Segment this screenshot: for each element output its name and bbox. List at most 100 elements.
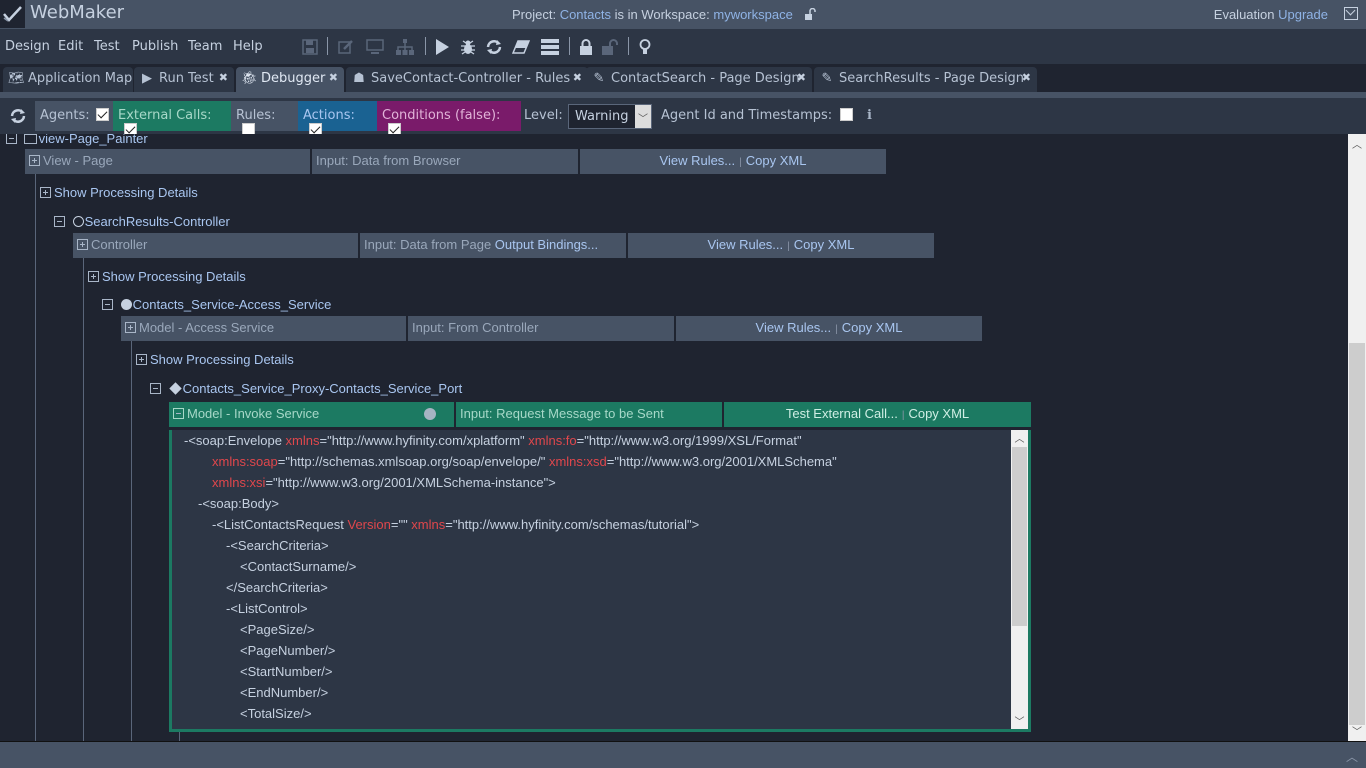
level-select[interactable]: Warning ﹀ xyxy=(568,104,652,129)
menu-design[interactable]: Design xyxy=(5,39,50,54)
menu-test[interactable]: Test xyxy=(94,39,120,54)
close-icon[interactable]: ✖ xyxy=(329,71,338,84)
workspace-link[interactable]: myworkspace xyxy=(713,7,792,22)
close-icon[interactable]: ✖ xyxy=(797,71,806,84)
collapse-icon[interactable] xyxy=(102,299,113,310)
info-icon[interactable]: i xyxy=(862,101,876,131)
xml-attribute-name: xmlns:xsi xyxy=(212,475,266,490)
unlock-icon[interactable] xyxy=(600,37,620,57)
show-processing-details[interactable]: Show Processing Details xyxy=(88,269,246,284)
collapse-icon[interactable] xyxy=(6,134,17,144)
agents-checkbox[interactable] xyxy=(95,108,109,121)
output-bindings-link[interactable]: Output Bindings... xyxy=(495,237,598,252)
xml-scroll-thumb[interactable] xyxy=(1012,447,1027,626)
tree-line xyxy=(131,329,132,741)
view-rules-link[interactable]: View Rules... xyxy=(708,237,784,252)
chevron-down-icon[interactable]: ﹀ xyxy=(635,105,651,128)
main-scrollbar[interactable]: ︿ ﹀ xyxy=(1348,134,1366,741)
agent-id-label: Agent Id and Timestamps: xyxy=(661,108,833,123)
toolbar-separator xyxy=(628,37,629,55)
show-processing-details[interactable]: Show Processing Details xyxy=(40,185,198,200)
filter-external-calls-label: External Calls: xyxy=(118,108,212,123)
monitor-icon[interactable] xyxy=(365,37,385,57)
lightbulb-icon[interactable] xyxy=(635,37,655,57)
close-icon[interactable]: ✖ xyxy=(219,71,228,84)
tree-node-searchresults-controller[interactable]: SearchResults-Controller xyxy=(54,214,230,229)
show-processing-details[interactable]: Show Processing Details xyxy=(136,352,294,367)
tab-savecontact-controller-rules[interactable]: ☗ SaveContact-Controller - Rules ✖ xyxy=(346,67,588,92)
xml-text: -<ListControl> xyxy=(226,601,308,616)
chevron-up-icon[interactable]: ︿ xyxy=(1348,136,1366,152)
invoke-service-header[interactable]: Model - Invoke Service xyxy=(169,402,454,427)
server-icon[interactable] xyxy=(540,37,560,57)
filter-rules-label: Rules: xyxy=(236,108,276,123)
refresh-icon[interactable] xyxy=(8,106,28,126)
filter-conditions-label: Conditions (false): xyxy=(382,108,501,123)
tab-application-map[interactable]: 🗺︎ Application Map xyxy=(3,67,133,92)
cell-input-label: Input: From Controller xyxy=(412,320,539,335)
tab-debugger[interactable]: 🐞︎ Debugger ✖ xyxy=(236,67,344,92)
xml-line: -<soap:Envelope xmlns="http://www.hyfini… xyxy=(184,433,802,448)
main-scroll-thumb[interactable] xyxy=(1349,343,1365,725)
copy-xml-link[interactable]: Copy XML xyxy=(794,237,855,252)
tree-node-view-page-painter[interactable]: view-Page_Painter xyxy=(6,134,148,146)
xml-line: -<ListContactsRequest Version="" xmlns="… xyxy=(212,517,699,532)
tab-contactsearch-page-design[interactable]: ✎ ContactSearch - Page Design ✖ xyxy=(586,67,812,92)
collapse-icon[interactable] xyxy=(150,383,161,394)
chevron-up-icon[interactable]: ︿ xyxy=(1346,748,1358,765)
xml-line: -<ListControl> xyxy=(226,601,308,616)
controller-header[interactable]: Controller xyxy=(73,233,358,258)
unlock-icon[interactable] xyxy=(804,8,817,20)
menu-help[interactable]: Help xyxy=(233,39,263,54)
bug-icon[interactable] xyxy=(458,37,478,57)
node-label: view-Page_Painter xyxy=(38,134,148,146)
lock-icon[interactable] xyxy=(576,37,596,57)
expand-icon[interactable] xyxy=(77,239,88,250)
test-external-call-link[interactable]: Test External Call... xyxy=(786,406,898,421)
filter-agents-label: Agents: xyxy=(40,108,90,123)
access-service-header[interactable]: Model - Access Service xyxy=(121,316,406,341)
tab-run-test[interactable]: ▶ Run Test ✖ xyxy=(134,67,234,92)
copy-xml-link[interactable]: Copy XML xyxy=(746,153,807,168)
upgrade-link[interactable]: Upgrade xyxy=(1278,7,1328,22)
circle-icon xyxy=(72,216,84,227)
tab-searchresults-page-design[interactable]: ✎ SearchResults - Page Design ✖ xyxy=(814,67,1037,92)
chevron-down-icon[interactable]: ﹀ xyxy=(1348,723,1366,739)
menu-edit[interactable]: Edit xyxy=(58,39,83,54)
mail-icon[interactable] xyxy=(1344,7,1358,20)
view-page-actions: View Rules... | Copy XML xyxy=(580,149,886,174)
view-rules-link[interactable]: View Rules... xyxy=(660,153,736,168)
view-page-header[interactable]: View - Page xyxy=(25,149,310,174)
expand-icon[interactable] xyxy=(88,271,99,282)
chevron-down-icon[interactable]: ﹀ xyxy=(1011,713,1028,729)
collapse-icon[interactable] xyxy=(54,216,65,227)
refresh-icon[interactable] xyxy=(484,37,504,57)
cell-title: Controller xyxy=(91,237,148,252)
project-link[interactable]: Contacts xyxy=(560,7,611,22)
sitemap-icon[interactable] xyxy=(395,37,415,57)
edit-icon[interactable] xyxy=(336,37,356,57)
xml-text: ="http://www.w3.org/2001/XMLSchema-insta… xyxy=(265,475,556,490)
eraser-icon[interactable] xyxy=(511,37,531,57)
save-icon[interactable] xyxy=(300,37,320,57)
tree-node-proxy-service-port[interactable]: Contacts_Service_Proxy-Contacts_Service_… xyxy=(150,381,462,396)
collapse-icon[interactable] xyxy=(173,408,184,419)
menu-team[interactable]: Team xyxy=(188,39,222,54)
play-icon[interactable] xyxy=(432,37,452,57)
copy-xml-link[interactable]: Copy XML xyxy=(908,406,969,421)
expand-icon[interactable] xyxy=(136,354,147,365)
close-icon[interactable]: ✖ xyxy=(1022,71,1031,84)
close-icon[interactable]: ✖ xyxy=(573,71,582,84)
view-rules-link[interactable]: View Rules... xyxy=(756,320,832,335)
tree-node-access-service[interactable]: Contacts_Service-Access_Service xyxy=(102,297,331,312)
chevron-up-icon[interactable]: ︿ xyxy=(1011,430,1028,446)
expand-icon[interactable] xyxy=(40,187,51,198)
agent-id-checkbox[interactable] xyxy=(840,108,854,121)
copy-xml-link[interactable]: Copy XML xyxy=(842,320,903,335)
xml-scrollbar[interactable]: ︿ ﹀ xyxy=(1011,430,1028,729)
xml-attribute-name: Version xyxy=(347,517,391,532)
expand-icon[interactable] xyxy=(29,155,40,166)
expand-icon[interactable] xyxy=(125,322,136,333)
xml-text: <StartNumber/> xyxy=(240,664,333,679)
menu-publish[interactable]: Publish xyxy=(132,39,178,54)
